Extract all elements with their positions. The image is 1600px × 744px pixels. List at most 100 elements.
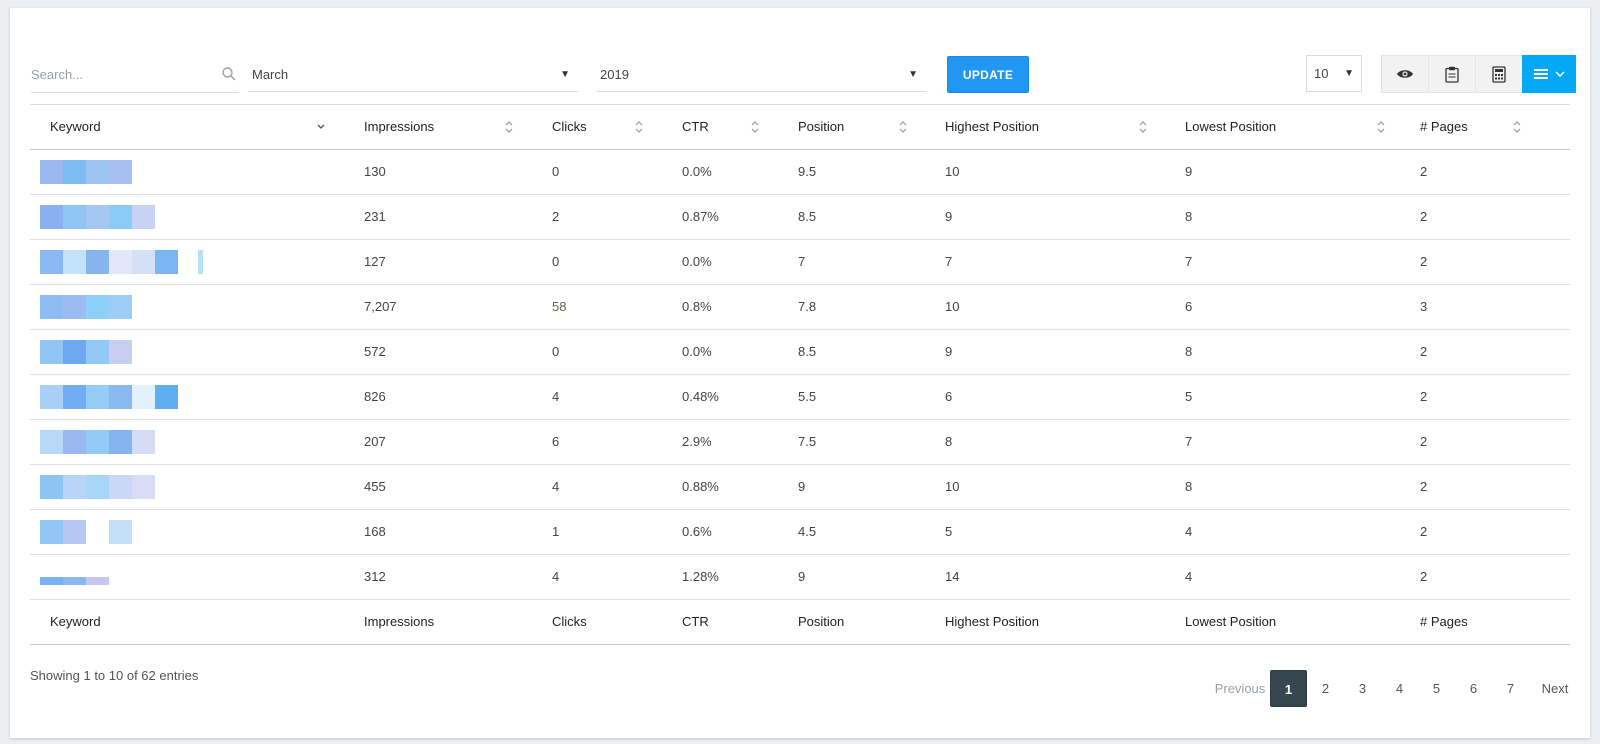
sort-descending-icon[interactable] <box>316 119 326 135</box>
page-button-7[interactable]: 7 <box>1492 670 1529 707</box>
impressions-cell: 312 <box>364 569 386 584</box>
column-header-ctr[interactable]: CTR <box>682 105 709 149</box>
sort-icon[interactable] <box>898 119 908 135</box>
menu-icon <box>1533 69 1548 79</box>
ctr-cell: 0.8% <box>682 299 712 314</box>
redacted-keyword <box>40 430 155 454</box>
export-csv-button[interactable] <box>1475 55 1523 93</box>
page-button-5[interactable]: 5 <box>1418 670 1455 707</box>
table-tools-group <box>1381 55 1576 93</box>
position-cell: 9 <box>798 569 806 584</box>
clicks-cell: 4 <box>552 389 560 404</box>
column-header-lowest-position[interactable]: Lowest Position <box>1185 105 1276 149</box>
footer-header-impressions: Impressions <box>364 614 435 629</box>
chevron-down-icon: ▼ <box>560 69 570 80</box>
ctr-cell: 0.6% <box>682 524 712 539</box>
column-header-highest-position[interactable]: Highest Position <box>945 105 1039 149</box>
table-info-text: Showing 1 to 10 of 62 entries <box>30 668 199 683</box>
sort-icon[interactable] <box>634 119 644 135</box>
clicks-cell: 6 <box>552 434 560 449</box>
table-row: 130 0 0.0% 9.5 10 9 2 <box>30 150 1570 195</box>
footer-header-ctr: CTR <box>682 614 709 629</box>
ctr-cell: 0.48% <box>682 389 719 404</box>
impressions-cell: 572 <box>364 344 386 359</box>
highest-position-cell: 9 <box>945 209 953 224</box>
footer-header-pages: # Pages <box>1420 614 1468 629</box>
position-cell: 8.5 <box>798 209 817 224</box>
sort-icon[interactable] <box>750 119 760 135</box>
ctr-cell: 0.0% <box>682 344 712 359</box>
redacted-keyword <box>40 205 155 229</box>
column-header-keyword[interactable]: Keyword <box>50 105 101 149</box>
table-row: 207 6 2.9% 7.5 8 7 2 <box>30 420 1570 465</box>
page-button-4[interactable]: 4 <box>1381 670 1418 707</box>
redacted-keyword <box>40 160 132 184</box>
column-header-impressions[interactable]: Impressions <box>364 105 434 149</box>
redacted-keyword <box>40 385 178 409</box>
ctr-cell: 0.87% <box>682 209 719 224</box>
pages-cell: 3 <box>1420 299 1428 314</box>
clicks-cell: 1 <box>552 524 560 539</box>
page-button-1[interactable]: 1 <box>1270 670 1307 707</box>
table-row: 168 1 0.6% 4.5 5 4 2 <box>30 510 1570 555</box>
chevron-down-icon: ▼ <box>1344 68 1354 79</box>
clicks-cell: 0 <box>552 164 560 179</box>
redacted-keyword <box>40 250 203 274</box>
position-cell: 7.5 <box>798 434 817 449</box>
highest-position-cell: 9 <box>945 344 953 359</box>
impressions-cell: 168 <box>364 524 386 539</box>
impressions-cell: 7,207 <box>364 299 397 314</box>
month-select[interactable]: March ▼ <box>248 58 578 92</box>
highest-position-cell: 6 <box>945 389 953 404</box>
previous-page-button[interactable]: Previous <box>1210 670 1270 707</box>
impressions-cell: 826 <box>364 389 386 404</box>
clicks-cell: 2 <box>552 209 560 224</box>
pages-cell: 2 <box>1420 209 1428 224</box>
lowest-position-cell: 9 <box>1185 164 1193 179</box>
table-row: 312 4 1.28% 9 14 4 2 <box>30 555 1570 600</box>
clipboard-icon <box>1445 66 1459 83</box>
page-length-value: 10 <box>1314 66 1329 81</box>
copy-button[interactable] <box>1428 55 1476 93</box>
sort-icon[interactable] <box>1376 119 1386 135</box>
sort-icon[interactable] <box>1512 119 1522 135</box>
calculator-icon <box>1492 65 1506 83</box>
clicks-cell: 4 <box>552 479 560 494</box>
page-button-6[interactable]: 6 <box>1455 670 1492 707</box>
clicks-cell: 0 <box>552 344 560 359</box>
column-header-clicks[interactable]: Clicks <box>552 105 587 149</box>
eye-icon <box>1397 70 1413 78</box>
chevron-down-icon: ▼ <box>908 69 918 80</box>
column-header-position[interactable]: Position <box>798 105 844 149</box>
month-select-value: March <box>252 67 289 82</box>
impressions-cell: 455 <box>364 479 386 494</box>
column-header-pages[interactable]: # Pages <box>1420 105 1468 149</box>
sort-icon[interactable] <box>1138 119 1148 135</box>
update-button[interactable]: UPDATE <box>947 56 1029 93</box>
position-cell: 4.5 <box>798 524 817 539</box>
redacted-keyword <box>40 475 155 499</box>
year-select[interactable]: 2019 ▼ <box>596 58 926 92</box>
impressions-cell: 231 <box>364 209 386 224</box>
position-cell: 7 <box>798 254 806 269</box>
table-footer-row: Keyword Impressions Clicks CTR Position … <box>30 600 1570 645</box>
footer-header-lowest-position: Lowest Position <box>1185 614 1277 629</box>
table-row: 826 4 0.48% 5.5 6 5 2 <box>30 375 1570 420</box>
page-length-select[interactable]: 10 ▼ <box>1306 55 1362 92</box>
page-button-3[interactable]: 3 <box>1344 670 1381 707</box>
lowest-position-cell: 8 <box>1185 479 1193 494</box>
redacted-keyword <box>40 577 109 585</box>
pages-cell: 2 <box>1420 479 1428 494</box>
search-icon[interactable] <box>221 66 237 82</box>
lowest-position-cell: 4 <box>1185 524 1193 539</box>
column-visibility-button[interactable] <box>1381 55 1429 93</box>
actions-menu-button[interactable] <box>1522 55 1576 93</box>
search-input[interactable] <box>31 58 206 90</box>
keyword-table: Keyword Impressions Clicks CTR Position … <box>30 104 1570 645</box>
lowest-position-cell: 8 <box>1185 209 1193 224</box>
next-page-button[interactable]: Next <box>1529 670 1581 707</box>
ctr-cell: 0.0% <box>682 164 712 179</box>
sort-icon[interactable] <box>504 119 514 135</box>
page-button-2[interactable]: 2 <box>1307 670 1344 707</box>
highest-position-cell: 7 <box>945 254 953 269</box>
